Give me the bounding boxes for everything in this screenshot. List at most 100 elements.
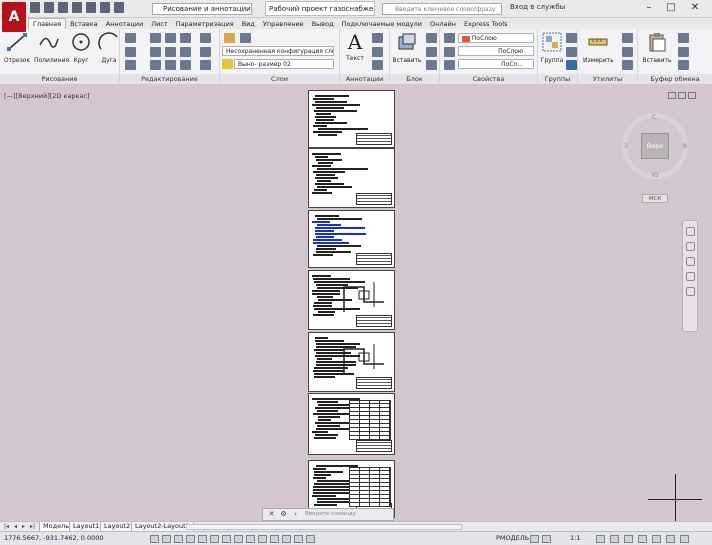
dimension-icon[interactable] [372, 33, 383, 43]
model-space-toggle[interactable]: РМОДЕЛЬ [496, 534, 529, 542]
create-block-icon[interactable] [426, 33, 437, 43]
snap-mode-icon[interactable] [162, 535, 171, 543]
group-tool[interactable]: Группа [539, 31, 565, 64]
command-line[interactable]: ✕ ⚙ › Введите команду [262, 508, 394, 521]
selection-cycling-icon[interactable] [306, 535, 315, 543]
lock-ui-icon[interactable] [624, 535, 633, 543]
tab-2[interactable]: Аннотации [102, 19, 148, 29]
annotation-scale[interactable]: 1:1 [570, 534, 580, 542]
linetype-select[interactable]: ПоСлою [458, 46, 534, 56]
clean-screen-icon[interactable] [666, 535, 675, 543]
quick-properties-icon[interactable] [294, 535, 303, 543]
save-icon[interactable] [58, 2, 68, 13]
array-icon[interactable] [180, 60, 191, 70]
drawing-sheet[interactable] [308, 90, 395, 148]
ungroup-icon[interactable] [566, 33, 577, 43]
workspace-switching-icon[interactable] [610, 535, 619, 543]
layer-properties-icon[interactable] [224, 33, 235, 43]
ortho-mode-icon[interactable] [186, 535, 195, 543]
trim-icon[interactable] [180, 33, 191, 43]
customization-icon[interactable] [680, 535, 689, 543]
color-select[interactable]: ПоСлою [458, 33, 534, 43]
select-all-icon[interactable] [622, 60, 633, 70]
cursor-coordinates[interactable]: 1776.5667, -931.7462, 0.0000 [4, 534, 104, 542]
dynamic-input-icon[interactable] [258, 535, 267, 543]
scale-icon[interactable] [165, 60, 176, 70]
drawing-sheet[interactable] [308, 210, 395, 268]
save-as-icon[interactable] [72, 2, 82, 13]
circle-tool[interactable]: Круг [66, 31, 96, 64]
offset-icon[interactable] [200, 60, 211, 70]
tab-3[interactable]: Лист [147, 19, 171, 29]
attribute-icon[interactable] [426, 60, 437, 70]
linetype-scale-icon[interactable] [444, 47, 455, 57]
polyline-tool[interactable]: Полилиния [34, 31, 69, 64]
viewcube[interactable]: Верх [641, 133, 669, 159]
viewport-close-icon[interactable] [688, 92, 696, 99]
new-icon[interactable] [30, 2, 40, 13]
modify-panel-title[interactable]: Редактирование [120, 74, 219, 84]
layer-select[interactable]: Выно- размер 02 [234, 59, 334, 69]
lineweight-icon[interactable] [270, 535, 279, 543]
layers-panel-title[interactable]: Слои [220, 74, 339, 84]
horizontal-scrollbar[interactable] [186, 524, 462, 530]
tab-4[interactable]: Параметризация [172, 19, 238, 29]
command-customize-icon[interactable]: ⚙ [279, 510, 288, 519]
drawing-sheet[interactable] [308, 270, 395, 330]
draw-panel-title[interactable]: Рисование [0, 74, 119, 84]
insert-block-tool[interactable]: Вставить [392, 31, 422, 64]
quick-calc-icon[interactable] [622, 33, 633, 43]
group-select-icon[interactable] [566, 60, 577, 70]
drawing-sheet[interactable] [308, 332, 395, 392]
last-tab-icon[interactable]: ▸| [30, 523, 35, 530]
tab-8[interactable]: Подключаемые модули [338, 19, 426, 29]
object-snap-tracking-icon[interactable] [234, 535, 243, 543]
command-input[interactable]: Введите команду [305, 510, 391, 519]
layer-config-select[interactable]: Несохраненная конфигурация сло [222, 46, 334, 56]
line-tool[interactable]: Отрезок [2, 31, 32, 64]
copy-base-icon[interactable] [678, 60, 689, 70]
paste-tool[interactable]: Вставить [642, 31, 672, 64]
infer-constraints-icon[interactable] [150, 535, 159, 543]
cut-icon[interactable] [678, 33, 689, 43]
region-icon[interactable] [125, 60, 136, 70]
move-icon[interactable] [150, 33, 161, 43]
quick-view-layouts-icon[interactable] [530, 535, 539, 543]
plot-icon[interactable] [86, 2, 96, 13]
leader-icon[interactable] [372, 47, 383, 57]
prev-tab-icon[interactable]: ◂ [14, 523, 17, 530]
fillet-icon[interactable] [180, 47, 191, 57]
maximize-icon[interactable]: □ [662, 2, 680, 13]
rectangle-icon[interactable] [125, 33, 136, 43]
transparency-icon[interactable] [282, 535, 291, 543]
edit-block-icon[interactable] [426, 47, 437, 57]
layer-bulb-icon[interactable] [222, 59, 233, 69]
clipboard-panel-title[interactable]: Буфер обмена [638, 74, 712, 84]
next-tab-icon[interactable]: ▸ [22, 523, 25, 530]
text-tool[interactable]: A Текст [341, 31, 369, 62]
viewport-minimize-icon[interactable] [668, 92, 676, 99]
quick-view-drawings-icon[interactable] [542, 535, 551, 543]
orbit-icon[interactable] [685, 272, 695, 281]
tab-10[interactable]: Express Tools [460, 19, 511, 29]
copy-clip-icon[interactable] [678, 47, 689, 57]
group-edit-icon[interactable] [566, 47, 577, 57]
grid-display-icon[interactable] [174, 535, 183, 543]
mirror-icon[interactable] [165, 47, 176, 57]
tab-5[interactable]: Вид [238, 19, 259, 29]
utilities-panel-title[interactable]: Утилиты [578, 74, 637, 84]
tab-9[interactable]: Онлайн [426, 19, 460, 29]
workspace-select[interactable]: Рисование и аннотации [152, 3, 252, 15]
open-icon[interactable] [44, 2, 54, 13]
hatch-icon[interactable] [125, 47, 136, 57]
tab-0[interactable]: Главная [28, 18, 67, 29]
zoom-extents-icon[interactable] [685, 257, 695, 266]
showmotion-icon[interactable] [685, 287, 695, 296]
block-panel-title[interactable]: Блок [390, 74, 439, 84]
first-tab-icon[interactable]: |◂ [4, 523, 9, 530]
tab-6[interactable]: Управление [259, 19, 308, 29]
minimize-icon[interactable]: – [640, 2, 658, 13]
search-input[interactable]: Введите ключевое слово/фразу [382, 3, 502, 15]
lineweight-select[interactable]: ПоСл... [458, 59, 534, 69]
annotation-visibility-icon[interactable] [596, 535, 605, 543]
